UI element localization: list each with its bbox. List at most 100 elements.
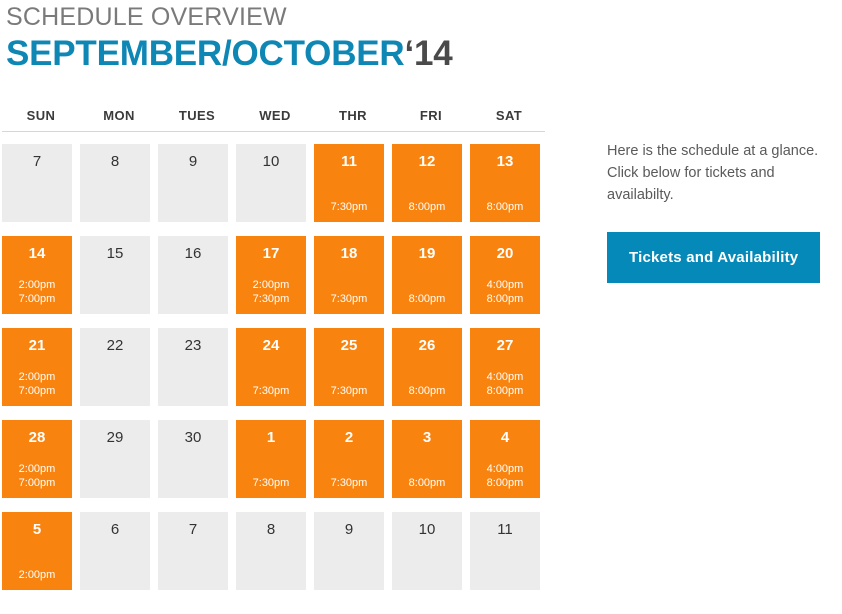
calendar-day-cell-available[interactable]: 26 8:00pm — [392, 328, 462, 406]
showtime[interactable]: 2:00pm — [236, 278, 306, 292]
showtime[interactable]: 7:00pm — [2, 476, 72, 490]
showtime[interactable]: 8:00pm — [392, 384, 462, 398]
day-of-week-header: FRI — [419, 108, 443, 123]
day-number: 26 — [418, 337, 436, 354]
showtime-list: 2:00pm 7:30pm — [236, 278, 306, 306]
day-number: 20 — [496, 245, 514, 262]
showtime-list: 4:00pm 8:00pm — [470, 370, 540, 398]
showtime[interactable]: 8:00pm — [470, 200, 540, 214]
calendar-day-cell-available[interactable]: 5 2:00pm — [2, 512, 72, 590]
calendar-day-cell-available[interactable]: 18 7:30pm — [314, 236, 384, 314]
day-number: 6 — [110, 521, 120, 538]
showtime[interactable]: 4:00pm — [470, 278, 540, 292]
day-number: 10 — [418, 521, 436, 538]
calendar-day-cell-empty: 9 — [314, 512, 384, 590]
day-number: 16 — [184, 245, 202, 262]
day-number: 12 — [418, 153, 436, 170]
calendar-day-cell-available[interactable]: 25 7:30pm — [314, 328, 384, 406]
showtime[interactable]: 7:00pm — [2, 384, 72, 398]
day-number: 13 — [496, 153, 514, 170]
calendar-day-cell-empty: 8 — [80, 144, 150, 222]
day-number: 5 — [32, 521, 42, 538]
showtime[interactable]: 8:00pm — [470, 384, 540, 398]
day-number: 28 — [28, 429, 46, 446]
showtime-list: 8:00pm — [392, 384, 462, 398]
day-of-week-header-row: SUN MON TUES WED THR FRI SAT — [2, 108, 548, 131]
showtime[interactable]: 7:30pm — [314, 200, 384, 214]
calendar-day-cell-available[interactable]: 11 7:30pm — [314, 144, 384, 222]
day-number: 19 — [418, 245, 436, 262]
showtime[interactable]: 8:00pm — [392, 476, 462, 490]
showtime-list: 2:00pm 7:00pm — [2, 462, 72, 490]
showtime-list: 2:00pm 7:00pm — [2, 278, 72, 306]
calendar-day-cell-available[interactable]: 3 8:00pm — [392, 420, 462, 498]
showtime[interactable]: 8:00pm — [392, 292, 462, 306]
calendar-day-cell-available[interactable]: 27 4:00pm 8:00pm — [470, 328, 540, 406]
calendar-day-cell-available[interactable]: 19 8:00pm — [392, 236, 462, 314]
calendar-day-cell-available[interactable]: 14 2:00pm 7:00pm — [2, 236, 72, 314]
title-months: SEPTEMBER/OCTOBER — [6, 34, 405, 73]
day-number: 8 — [110, 153, 120, 170]
showtime[interactable]: 7:30pm — [236, 292, 306, 306]
page-header: SCHEDULE OVERVIEW SEPTEMBER/OCTOBER‘14 — [6, 2, 453, 76]
showtime[interactable]: 7:30pm — [314, 476, 384, 490]
day-of-week-header: TUES — [178, 108, 216, 123]
day-number: 29 — [106, 429, 124, 446]
calendar-day-cell-available[interactable]: 2 7:30pm — [314, 420, 384, 498]
day-number: 21 — [28, 337, 46, 354]
showtime[interactable]: 7:00pm — [2, 292, 72, 306]
day-number: 30 — [184, 429, 202, 446]
calendar-day-cell-empty: 7 — [2, 144, 72, 222]
calendar-day-cell-empty: 11 — [470, 512, 540, 590]
calendar-day-cell-available[interactable]: 4 4:00pm 8:00pm — [470, 420, 540, 498]
day-number: 9 — [344, 521, 354, 538]
showtime[interactable]: 7:30pm — [236, 476, 306, 490]
day-number: 4 — [500, 429, 510, 446]
showtime[interactable]: 4:00pm — [470, 370, 540, 384]
tickets-and-availability-button[interactable]: Tickets and Availability — [607, 232, 821, 283]
day-number: 10 — [262, 153, 280, 170]
calendar-day-cell-empty: 10 — [236, 144, 306, 222]
calendar-day-cell-available[interactable]: 20 4:00pm 8:00pm — [470, 236, 540, 314]
calendar-day-cell-empty: 8 — [236, 512, 306, 590]
calendar-day-cell-empty: 16 — [158, 236, 228, 314]
showtime[interactable]: 2:00pm — [2, 370, 72, 384]
showtime[interactable]: 8:00pm — [470, 476, 540, 490]
calendar-day-cell-available[interactable]: 24 7:30pm — [236, 328, 306, 406]
day-number: 23 — [184, 337, 202, 354]
showtime-list: 8:00pm — [392, 292, 462, 306]
calendar-day-cell-empty: 15 — [80, 236, 150, 314]
calendar-day-cell-available[interactable]: 13 8:00pm — [470, 144, 540, 222]
sidebar-description: Here is the schedule at a glance. Click … — [607, 143, 819, 203]
calendar-day-cell-available[interactable]: 28 2:00pm 7:00pm — [2, 420, 72, 498]
showtime[interactable]: 8:00pm — [392, 200, 462, 214]
calendar-day-cell-empty: 10 — [392, 512, 462, 590]
day-number: 17 — [262, 245, 280, 262]
showtime[interactable]: 2:00pm — [2, 568, 72, 582]
showtime[interactable]: 7:30pm — [236, 384, 306, 398]
page-title: SEPTEMBER/OCTOBER‘14 — [6, 32, 453, 76]
showtime[interactable]: 4:00pm — [470, 462, 540, 476]
calendar-week-row: 7 8 9 10 11 7:30pm 12 8:00pm 13 8:00pm — [2, 144, 548, 222]
showtime-list: 7:30pm — [314, 476, 384, 490]
showtime-list: 7:30pm — [236, 476, 306, 490]
calendar-day-cell-available[interactable]: 21 2:00pm 7:00pm — [2, 328, 72, 406]
calendar-day-cell-empty: 29 — [80, 420, 150, 498]
showtime[interactable]: 7:30pm — [314, 384, 384, 398]
calendar-day-cell-available[interactable]: 17 2:00pm 7:30pm — [236, 236, 306, 314]
showtime[interactable]: 8:00pm — [470, 292, 540, 306]
showtime-list: 8:00pm — [470, 200, 540, 214]
calendar-day-cell-empty: 23 — [158, 328, 228, 406]
showtime[interactable]: 7:30pm — [314, 292, 384, 306]
header-divider — [2, 131, 545, 132]
calendar-day-cell-available[interactable]: 12 8:00pm — [392, 144, 462, 222]
day-number: 9 — [188, 153, 198, 170]
calendar-day-cell-available[interactable]: 1 7:30pm — [236, 420, 306, 498]
day-number: 7 — [32, 153, 42, 170]
showtime[interactable]: 2:00pm — [2, 278, 72, 292]
showtime-list: 2:00pm — [2, 568, 72, 582]
showtime-list: 4:00pm 8:00pm — [470, 462, 540, 490]
showtime[interactable]: 2:00pm — [2, 462, 72, 476]
day-number: 22 — [106, 337, 124, 354]
day-number: 2 — [344, 429, 354, 446]
